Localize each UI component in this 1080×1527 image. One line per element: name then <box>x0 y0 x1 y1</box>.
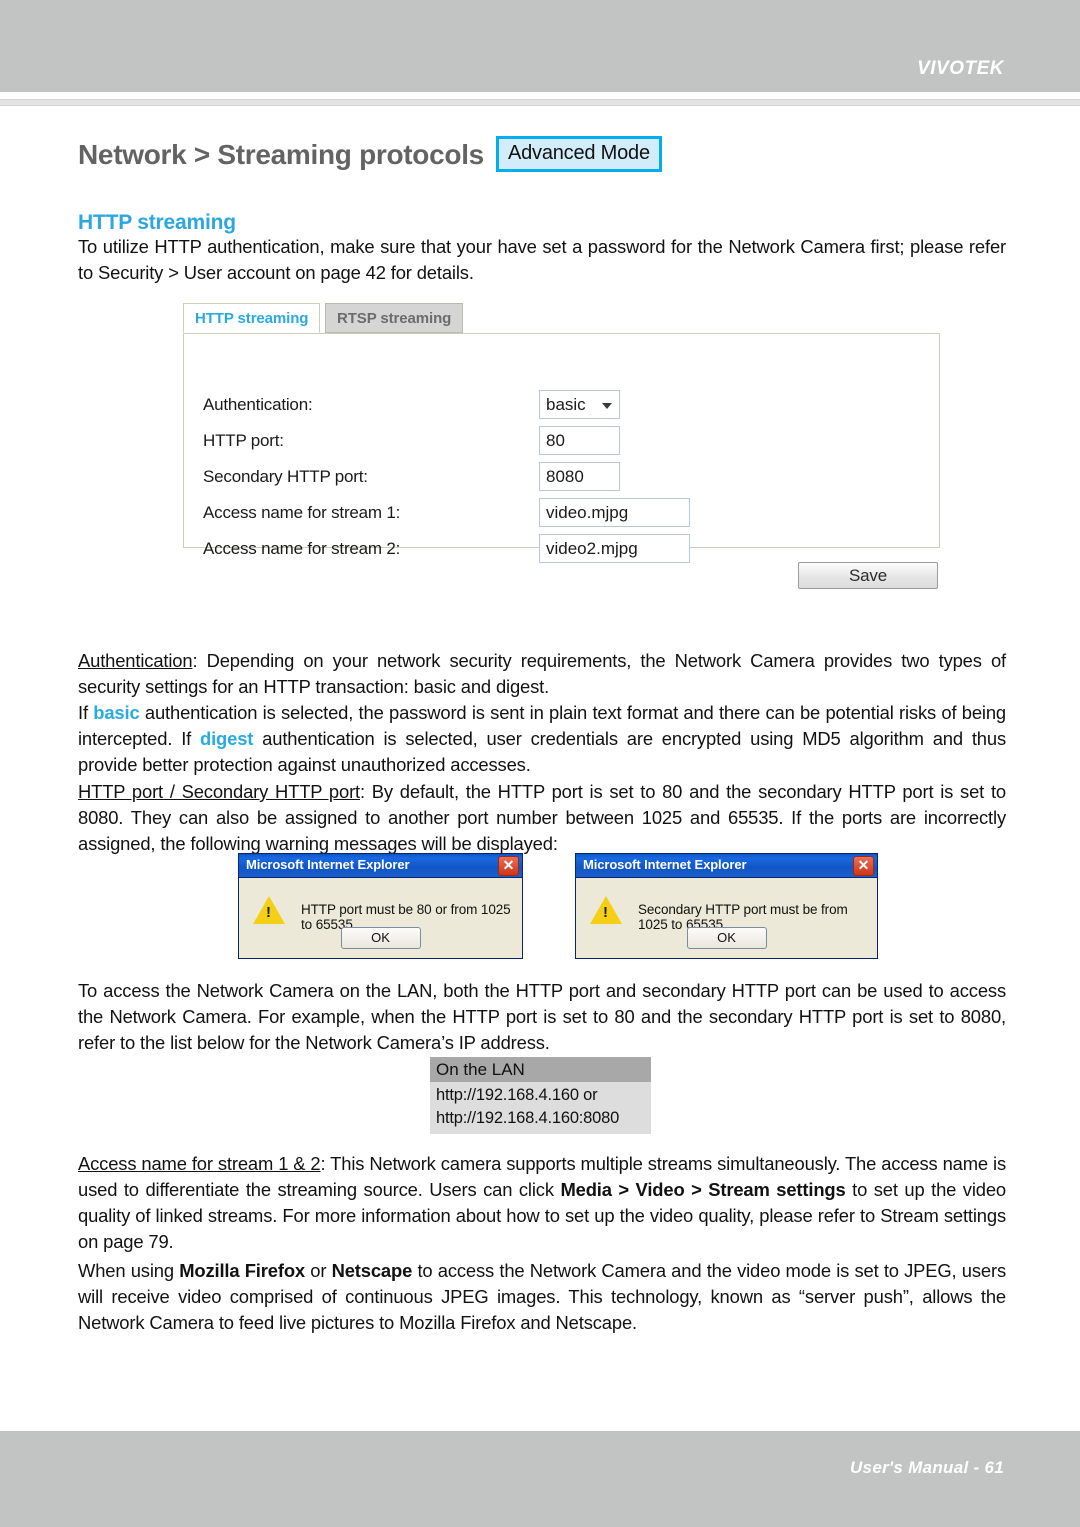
access-name-bold-path: Media > Video > Stream settings <box>560 1179 846 1200</box>
secondary-http-port-input[interactable]: 8080 <box>539 462 620 491</box>
ie-dialog-titlebar: Microsoft Internet Explorer ✕ <box>239 854 522 878</box>
header-divider <box>0 99 1080 106</box>
paragraph-firefox: When using Mozilla Firefox or Netscape t… <box>78 1258 1006 1336</box>
ie-dialog-body: Secondary HTTP port must be from 1025 to… <box>576 878 877 958</box>
warning-icon <box>253 896 285 924</box>
warning-icon <box>590 896 622 924</box>
vivotek-logo: VIVOTEK <box>917 58 1004 79</box>
row-authentication: Authentication: basic <box>203 390 903 420</box>
access-name-stream-1-input[interactable]: video.mjpg <box>539 498 690 527</box>
authentication-desc: : Depending on your network security req… <box>78 650 1006 697</box>
ie-dialog-titlebar: Microsoft Internet Explorer ✕ <box>576 854 877 878</box>
row-secondary-http-port: Secondary HTTP port: 8080 <box>203 462 903 492</box>
access-name-stream-2-input[interactable]: video2.mjpg <box>539 534 690 563</box>
row-http-port: HTTP port: 80 <box>203 426 903 456</box>
row-access-name-stream-2: Access name for stream 2: video2.mjpg <box>203 534 903 564</box>
term-authentication: Authentication <box>78 650 193 671</box>
label-access-name-stream-1: Access name for stream 1: <box>203 503 401 522</box>
authentication-line2-pre: If <box>78 702 94 723</box>
firefox-part2: or <box>305 1260 332 1281</box>
ie-dialog-body: HTTP port must be 80 or from 1025 to 655… <box>239 878 522 958</box>
footer-page-label: User's Manual - 61 <box>849 1458 1004 1477</box>
page-title: Network > Streaming protocols Advanced Mo… <box>78 136 662 172</box>
bold-netscape: Netscape <box>331 1260 413 1281</box>
label-authentication: Authentication: <box>203 395 313 414</box>
row-access-name-stream-1: Access name for stream 1: video.mjpg <box>203 498 903 528</box>
bold-mozilla-firefox: Mozilla Firefox <box>179 1260 305 1281</box>
close-icon[interactable]: ✕ <box>498 856 519 876</box>
highlight-basic: basic <box>93 702 140 723</box>
header-bar: VIVOTEK <box>0 0 1080 92</box>
lan-address-table: On the LAN http://192.168.4.160 or http:… <box>430 1057 651 1134</box>
lan-row-1: http://192.168.4.160 or <box>436 1086 598 1104</box>
paragraph-access-name: Access name for stream 1 & 2: This Netwo… <box>78 1151 1006 1255</box>
ie-dialog-http-port: Microsoft Internet Explorer ✕ HTTP port … <box>238 853 523 959</box>
authentication-select[interactable]: basic <box>539 390 620 419</box>
panel-body: Authentication: basic HTTP port: 80 Seco… <box>183 333 940 563</box>
ie-dialog-title: Microsoft Internet Explorer <box>246 857 410 872</box>
streaming-protocols-panel: HTTP streaming RTSP streaming Authentica… <box>183 303 943 563</box>
section-heading: HTTP streaming <box>78 211 236 234</box>
term-http-port: HTTP port / Secondary HTTP port <box>78 781 361 802</box>
paragraph-authentication: Authentication: Depending on your networ… <box>78 648 1006 778</box>
advanced-mode-badge[interactable]: Advanced Mode <box>495 136 662 172</box>
ie-dialog-title: Microsoft Internet Explorer <box>583 857 747 872</box>
label-access-name-stream-2: Access name for stream 2: <box>203 539 401 558</box>
paragraph-http-port: HTTP port / Secondary HTTP port: By defa… <box>78 779 1006 857</box>
close-icon[interactable]: ✕ <box>853 856 874 876</box>
firefox-part1: When using <box>78 1260 180 1281</box>
panel-tabs: HTTP streaming RTSP streaming <box>183 303 943 334</box>
chevron-down-icon <box>602 403 612 409</box>
ie-dialog-secondary-http-port: Microsoft Internet Explorer ✕ Secondary … <box>575 853 878 959</box>
save-button[interactable]: Save <box>798 562 938 589</box>
tab-rtsp-streaming[interactable]: RTSP streaming <box>325 303 464 333</box>
highlight-digest: digest <box>200 728 254 749</box>
lan-table-header: On the LAN <box>430 1057 651 1082</box>
lan-row-2: http://192.168.4.160:8080 <box>436 1109 620 1127</box>
ok-button[interactable]: OK <box>686 927 767 949</box>
label-secondary-http-port: Secondary HTTP port: <box>203 467 368 486</box>
lan-table-body: http://192.168.4.160 or http://192.168.4… <box>430 1082 651 1134</box>
label-http-port: HTTP port: <box>203 431 284 450</box>
footer-bar: User's Manual - 61 <box>0 1431 1080 1527</box>
paragraph-lan-access: To access the Network Camera on the LAN,… <box>78 980 1006 1053</box>
http-port-input[interactable]: 80 <box>539 426 620 455</box>
section-intro: To utilize HTTP authentication, make sur… <box>78 236 1006 283</box>
term-access-name: Access name for stream 1 & 2 <box>78 1153 321 1174</box>
page-title-text: Network > Streaming protocols <box>78 139 484 170</box>
authentication-value: basic <box>546 395 586 414</box>
tab-http-streaming[interactable]: HTTP streaming <box>183 303 321 333</box>
ok-button[interactable]: OK <box>340 927 421 949</box>
